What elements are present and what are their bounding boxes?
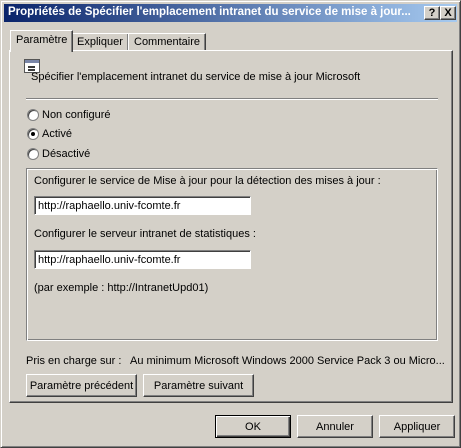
tab-commentaire-label: Commentaire: [134, 36, 201, 48]
supported-on-label: Pris en charge sur :: [26, 355, 122, 367]
window-title: Propriétés de Spécifier l'emplacement in…: [8, 6, 411, 18]
tab-expliquer-label: Expliquer: [77, 36, 123, 48]
radio-button[interactable]: [27, 148, 39, 161]
radio-label: Désactivé: [42, 148, 91, 161]
tab-parametre[interactable]: Paramètre: [10, 30, 74, 52]
close-button[interactable]: X: [440, 6, 456, 20]
tab-parametre-label: Paramètre: [16, 34, 68, 46]
radio-selected-dot: [31, 132, 35, 137]
update-service-label: Configurer le service de Mise à jour pou…: [34, 175, 381, 187]
apply-button[interactable]: Appliquer: [379, 415, 455, 438]
settings-panel: Spécifier l'emplacement intranet du serv…: [9, 50, 453, 403]
properties-dialog: Propriétés de Spécifier l'emplacement in…: [0, 0, 461, 448]
radio-label: Non configuré: [42, 109, 111, 122]
update-service-input[interactable]: [34, 196, 251, 215]
help-button[interactable]: ?: [424, 6, 440, 20]
next-setting-button[interactable]: Paramètre suivant: [143, 374, 254, 397]
radio-label: Activé: [42, 128, 72, 141]
stats-server-input[interactable]: [34, 250, 251, 269]
separator: [26, 98, 438, 100]
example-text: (par exemple : http://IntranetUpd01): [34, 282, 209, 294]
supported-on-value: Au minimum Microsoft Windows 2000 Servic…: [130, 355, 445, 367]
tab-expliquer[interactable]: Expliquer: [71, 33, 129, 51]
radio-desactive[interactable]: Désactivé: [27, 148, 90, 162]
radio-button[interactable]: [27, 128, 39, 141]
previous-setting-button[interactable]: Paramètre précédent: [26, 374, 137, 397]
policy-title: Spécifier l'emplacement intranet du serv…: [31, 71, 361, 83]
radio-active[interactable]: Activé: [27, 128, 72, 142]
radio-non-configure[interactable]: Non configuré: [27, 109, 111, 123]
title-bar[interactable]: Propriétés de Spécifier l'emplacement in…: [4, 4, 457, 22]
cancel-button[interactable]: Annuler: [297, 415, 373, 438]
radio-button[interactable]: [27, 109, 39, 122]
tab-commentaire[interactable]: Commentaire: [128, 33, 207, 51]
stats-server-label: Configurer le serveur intranet de statis…: [34, 228, 256, 240]
options-group: Configurer le service de Mise à jour pou…: [26, 168, 438, 341]
ok-button[interactable]: OK: [215, 415, 291, 438]
